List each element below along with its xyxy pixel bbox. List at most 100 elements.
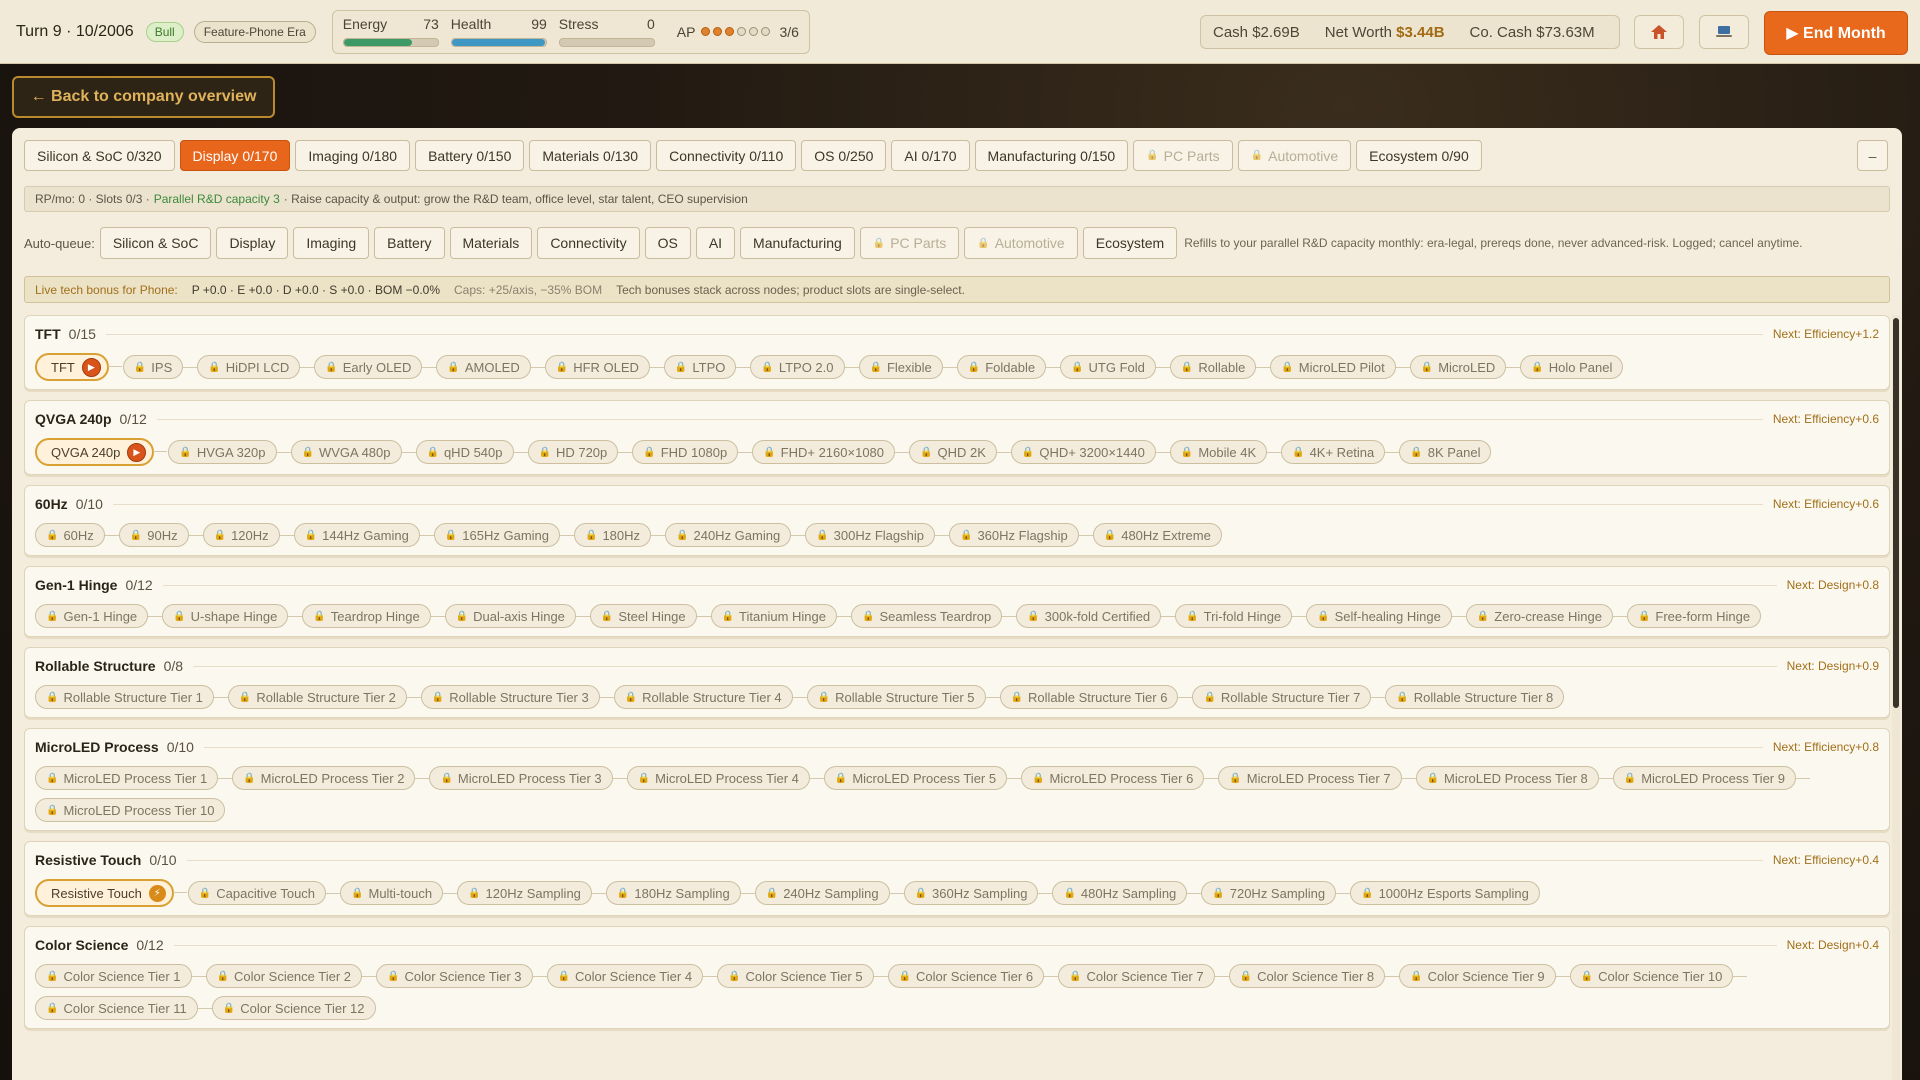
tab-11[interactable]: Ecosystem 0/90 [1356, 140, 1482, 171]
tab-5[interactable]: Connectivity 0/110 [656, 140, 797, 171]
tech-node-locked[interactable]: 🔒 Color Science Tier 2 [205, 964, 376, 988]
tab-3[interactable]: Battery 0/150 [415, 140, 525, 171]
tech-node-locked[interactable]: 🔒 Gen-1 Hinge [35, 604, 163, 628]
tech-node-locked[interactable]: 🔒 Color Science Tier 10 [1569, 964, 1748, 988]
auto-queue-item-7[interactable]: AI [695, 227, 736, 259]
tech-node-locked[interactable]: 🔒 360Hz Sampling [903, 881, 1053, 905]
tech-node-locked[interactable]: 🔒 360Hz Flagship [948, 523, 1093, 547]
tech-node-locked[interactable]: 🔒 Seamless Teardrop [850, 604, 1017, 628]
auto-queue-item-5[interactable]: Connectivity [537, 227, 640, 259]
tech-node-locked[interactable]: 🔒 MicroLED Process Tier 10 [35, 798, 226, 822]
tech-node-locked[interactable]: 🔒 HiDPI LCD [197, 355, 315, 379]
auto-queue-item-0[interactable]: Silicon & SoC [99, 227, 212, 259]
auto-queue-item-8[interactable]: Manufacturing [740, 227, 855, 259]
end-month-button[interactable]: ▶ End Month [1764, 11, 1908, 55]
tech-node-locked[interactable]: 🔒 FHD+ 2160×1080 [752, 440, 909, 464]
tech-node-locked[interactable]: 🔒 Color Science Tier 1 [35, 964, 205, 988]
tech-node-locked[interactable]: 🔒 480Hz Sampling [1052, 881, 1202, 905]
tech-node-locked[interactable]: 🔒 Free-form Hinge [1626, 604, 1762, 628]
tech-node-locked[interactable]: 🔒 180Hz [574, 523, 666, 547]
tech-node-locked[interactable]: 🔒 LTPO [663, 355, 751, 379]
scrollbar-thumb[interactable] [1893, 318, 1899, 708]
tech-node-locked[interactable]: 🔒 Color Science Tier 3 [376, 964, 547, 988]
tech-node-locked[interactable]: 🔒 Rollable Structure Tier 2 [227, 685, 421, 709]
tech-node-locked[interactable]: 🔒 MicroLED Process Tier 1 [35, 766, 233, 790]
tech-node-locked[interactable]: 🔒 Color Science Tier 5 [717, 964, 888, 988]
device-button[interactable] [1699, 15, 1749, 49]
tab-0[interactable]: Silicon & SoC 0/320 [24, 140, 175, 171]
tech-node-locked[interactable]: 🔒 Color Science Tier 11 [35, 996, 212, 1020]
tech-node-locked[interactable]: 🔒 Multi-touch [340, 881, 458, 905]
tech-node-locked[interactable]: 🔒 MicroLED [1409, 355, 1520, 379]
tech-node-locked[interactable]: 🔒 MicroLED Process Tier 6 [1021, 766, 1219, 790]
tech-node-locked[interactable]: 🔒 Rollable Structure Tier 6 [999, 685, 1193, 709]
tech-node-locked[interactable]: 🔒 Capacitive Touch [187, 881, 341, 905]
tech-node-locked[interactable]: 🔒 240Hz Sampling [754, 881, 904, 905]
tech-node-locked[interactable]: 🔒 Self-healing Hinge [1306, 604, 1466, 628]
tech-node-researching[interactable]: TFT ▶ [35, 353, 122, 381]
tech-node-locked[interactable]: 🔒 Color Science Tier 9 [1399, 964, 1570, 988]
auto-queue-item-2[interactable]: Imaging [293, 227, 370, 259]
tech-node-locked[interactable]: 🔒 MicroLED Process Tier 4 [626, 766, 825, 790]
tech-node-locked[interactable]: 🔒 Color Science Tier 4 [546, 964, 717, 988]
tech-node-locked[interactable]: 🔒 MicroLED Process Tier 8 [1415, 766, 1613, 790]
tech-node-locked[interactable]: 🔒 FHD 1080p [632, 440, 753, 464]
tech-node-locked[interactable]: 🔒 120Hz [202, 523, 294, 547]
tab-7[interactable]: AI 0/170 [891, 140, 970, 171]
tech-node-locked[interactable]: 🔒 Holo Panel [1520, 355, 1624, 379]
tech-node-locked[interactable]: 🔒 HVGA 320p [168, 440, 291, 464]
tech-node-locked[interactable]: 🔒 Teardrop Hinge [302, 604, 446, 628]
auto-queue-item-11[interactable]: Ecosystem [1082, 227, 1178, 259]
auto-queue-item-9[interactable]: 🔒 PC Parts [859, 227, 960, 259]
tech-node-locked[interactable]: 🔒 Early OLED [314, 355, 437, 379]
tech-node-locked[interactable]: 🔒 qHD 540p [415, 440, 528, 464]
tab-2[interactable]: Imaging 0/180 [295, 140, 411, 171]
tech-node-researching[interactable]: QVGA 240p ▶ [35, 438, 168, 466]
tech-node-locked[interactable]: 🔒 8K Panel [1399, 440, 1492, 464]
tech-node-locked[interactable]: 🔒 QHD+ 3200×1440 [1010, 440, 1170, 464]
tech-node-locked[interactable]: 🔒 Rollable Structure Tier 7 [1192, 685, 1386, 709]
tech-node-locked[interactable]: 🔒 WVGA 480p [290, 440, 416, 464]
tech-node-locked[interactable]: 🔒 Tri-fold Hinge [1175, 604, 1307, 628]
back-to-company-button[interactable]: ← Back to company overview [12, 76, 275, 118]
auto-queue-item-10[interactable]: 🔒 Automotive [964, 227, 1078, 259]
auto-queue-item-1[interactable]: Display [216, 227, 289, 259]
tech-node-locked[interactable]: 🔒 AMOLED [436, 355, 546, 379]
tech-node-locked[interactable]: 🔒 Rollable [1169, 355, 1271, 379]
tech-node-locked[interactable]: 🔒 480Hz Extreme [1092, 523, 1222, 547]
tech-node-locked[interactable]: 🔒 LTPO 2.0 [750, 355, 859, 379]
tech-node-locked[interactable]: 🔒 QHD 2K [909, 440, 1011, 464]
tab-8[interactable]: Manufacturing 0/150 [974, 140, 1129, 171]
tab-6[interactable]: OS 0/250 [801, 140, 887, 171]
tech-node-locked[interactable]: 🔒 300k-fold Certified [1016, 604, 1176, 628]
tech-node-locked[interactable]: 🔒 Color Science Tier 6 [887, 964, 1058, 988]
auto-queue-item-3[interactable]: Battery [374, 227, 445, 259]
tech-node-locked[interactable]: 🔒 Zero-crease Hinge [1465, 604, 1628, 628]
tech-node-locked[interactable]: 🔒 MicroLED Process Tier 5 [823, 766, 1022, 790]
tech-node-locked[interactable]: 🔒 Titanium Hinge [710, 604, 852, 628]
tab-10[interactable]: 🔒 Automotive [1237, 140, 1352, 171]
tech-node-locked[interactable]: 🔒 Rollable Structure Tier 3 [420, 685, 614, 709]
tech-node-locked[interactable]: 🔒 UTG Fold [1060, 355, 1170, 379]
tech-node-locked[interactable]: 🔒 MicroLED Process Tier 7 [1218, 766, 1416, 790]
tech-node-locked[interactable]: 🔒 165Hz Gaming [433, 523, 575, 547]
tech-node-locked[interactable]: 🔒 MicroLED Pilot [1270, 355, 1411, 379]
tech-node-locked[interactable]: 🔒 MicroLED Process Tier 2 [232, 766, 430, 790]
tech-node-locked[interactable]: 🔒 4K+ Retina [1281, 440, 1400, 464]
tech-node-locked[interactable]: 🔒 180Hz Sampling [605, 881, 755, 905]
tech-node-locked[interactable]: 🔒 Rollable Structure Tier 1 [35, 685, 228, 709]
tech-node-locked[interactable]: 🔒 Rollable Structure Tier 8 [1385, 685, 1565, 709]
tab-1[interactable]: Display 0/170 [179, 140, 291, 171]
tech-node-locked[interactable]: 🔒 720Hz Sampling [1201, 881, 1350, 905]
tech-node-locked[interactable]: 🔒 Flexible [858, 355, 958, 379]
tech-node-locked[interactable]: 🔒 Rollable Structure Tier 4 [613, 685, 807, 709]
auto-queue-item-4[interactable]: Materials [449, 227, 533, 259]
collapse-button[interactable]: – [1857, 140, 1888, 171]
auto-queue-item-6[interactable]: OS [644, 227, 691, 259]
tech-node-locked[interactable]: 🔒 MicroLED Process Tier 3 [429, 766, 627, 790]
tech-node-locked[interactable]: 🔒 Rollable Structure Tier 5 [806, 685, 1000, 709]
tech-node-locked[interactable]: 🔒 1000Hz Esports Sampling [1350, 881, 1540, 905]
tech-node-researching[interactable]: Resistive Touch ⚡ [35, 879, 187, 907]
tech-node-locked[interactable]: 🔒 300Hz Flagship [805, 523, 949, 547]
tech-node-locked[interactable]: 🔒 Dual-axis Hinge [444, 604, 591, 628]
